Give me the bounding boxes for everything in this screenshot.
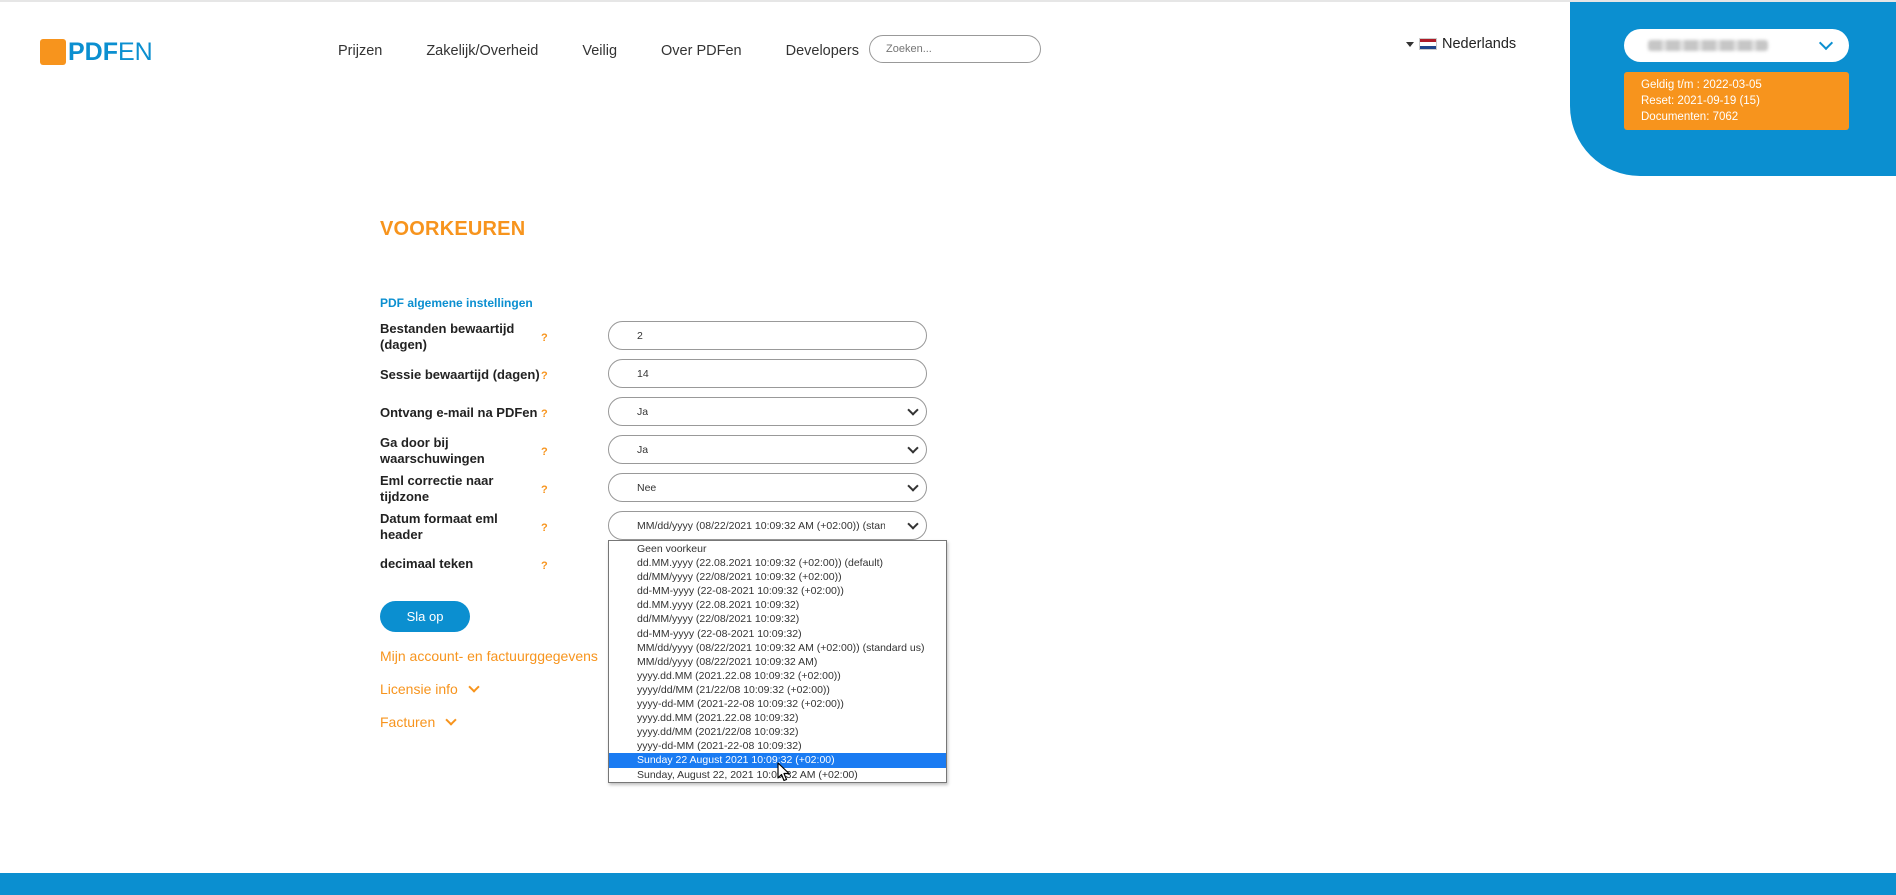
user-account-dropdown[interactable] xyxy=(1624,29,1849,62)
help-icon[interactable]: ? xyxy=(541,332,548,344)
date-format-option[interactable]: dd/MM/yyyy (22/08/2021 10:09:32 (+02:00)… xyxy=(609,570,946,584)
valid-until-text: Geldig t/m : 2022-03-05 xyxy=(1641,79,1762,91)
date-format-option[interactable]: dd-MM-yyyy (22-08-2021 10:09:32) xyxy=(609,627,946,641)
chevron-down-icon xyxy=(468,681,480,693)
help-icon[interactable]: ? xyxy=(541,522,548,534)
nav-zakelijk[interactable]: Zakelijk/Overheid xyxy=(426,43,538,59)
label-date-format: Datum formaat eml header xyxy=(380,511,498,542)
session-retention-input[interactable]: 14 xyxy=(608,359,927,388)
label-continue-warnings: Ga door bij waarschuwingen xyxy=(380,435,485,466)
nav-prijzen[interactable]: Prijzen xyxy=(338,43,382,59)
footer-bar xyxy=(0,873,1896,895)
netherlands-flag-icon xyxy=(1419,38,1437,50)
continue-warnings-select[interactable]: Ja xyxy=(608,435,927,464)
help-icon[interactable]: ? xyxy=(541,484,548,496)
date-format-option[interactable]: yyyy.dd.MM (2021.22.08 10:09:32) xyxy=(609,711,946,725)
main-nav: Prijzen Zakelijk/Overheid Veilig Over PD… xyxy=(338,43,903,59)
date-format-option[interactable]: dd.MM.yyyy (22.08.2021 10:09:32) xyxy=(609,598,946,612)
email-after-select[interactable]: Ja xyxy=(608,397,927,426)
date-format-select[interactable]: MM/dd/yyyy (08/22/2021 10:09:32 AM (+02:… xyxy=(608,511,927,540)
language-label: Nederlands xyxy=(1442,36,1517,52)
label-session-retention: Sessie bewaartijd (dagen) xyxy=(380,367,540,382)
nav-veilig[interactable]: Veilig xyxy=(582,43,617,59)
date-format-option[interactable]: Geen voorkeur xyxy=(609,542,946,556)
search-input[interactable] xyxy=(869,35,1041,63)
save-button[interactable]: Sla op xyxy=(380,601,470,632)
chevron-down-icon xyxy=(907,480,919,492)
account-invoice-link[interactable]: Mijn account- en factuurggegevens xyxy=(380,648,598,664)
eml-timezone-select[interactable]: Nee xyxy=(608,473,927,502)
mouse-cursor-icon xyxy=(777,762,790,782)
date-format-option[interactable]: yyyy.dd/MM (2021/22/08 10:09:32) xyxy=(609,725,946,739)
label-file-retention: Bestanden bewaartijd (dagen) xyxy=(380,321,515,352)
license-info-toggle[interactable]: Licensie info xyxy=(380,681,480,697)
date-format-option[interactable]: yyyy.dd.MM (2021.22.08 10:09:32 (+02:00)… xyxy=(609,669,946,683)
account-info-box: Geldig t/m : 2022-03-05 Reset: 2021-09-1… xyxy=(1624,72,1849,130)
date-format-option[interactable]: yyyy-dd-MM (2021-22-08 10:09:32 (+02:00)… xyxy=(609,697,946,711)
logo-text: PDFEN xyxy=(68,37,153,66)
invoices-toggle[interactable]: Facturen xyxy=(380,714,457,730)
help-icon[interactable]: ? xyxy=(541,408,548,420)
label-email-after: Ontvang e-mail na PDFen xyxy=(380,405,538,420)
pdfen-logo[interactable]: PDFEN xyxy=(40,36,153,68)
reset-text: Reset: 2021-09-19 (15) xyxy=(1641,95,1760,107)
language-selector[interactable]: Nederlands xyxy=(1406,36,1516,52)
label-eml-timezone: Eml correctie naar tijdzone xyxy=(380,473,494,504)
nav-developers[interactable]: Developers xyxy=(786,43,859,59)
chevron-down-icon xyxy=(907,518,919,530)
logo-mark-icon xyxy=(40,39,66,65)
section-heading: PDF algemene instellingen xyxy=(380,296,533,310)
date-format-option[interactable]: yyyy/dd/MM (21/22/08 10:09:32 (+02:00)) xyxy=(609,683,946,697)
nav-over-pdfen[interactable]: Over PDFen xyxy=(661,43,742,59)
date-format-option[interactable]: yyyy-dd-MM (2021-22-08 10:09:32) xyxy=(609,739,946,753)
file-retention-input[interactable]: 2 xyxy=(608,321,927,350)
chevron-down-icon xyxy=(907,442,919,454)
help-icon[interactable]: ? xyxy=(541,446,548,458)
date-format-option[interactable]: MM/dd/yyyy (08/22/2021 10:09:32 AM (+02:… xyxy=(609,641,946,655)
date-format-option[interactable]: dd.MM.yyyy (22.08.2021 10:09:32 (+02:00)… xyxy=(609,556,946,570)
date-format-option[interactable]: dd-MM-yyyy (22-08-2021 10:09:32 (+02:00)… xyxy=(609,584,946,598)
label-decimal-sign: decimaal teken xyxy=(380,556,474,571)
documents-count-text: Documenten: 7062 xyxy=(1641,111,1739,123)
help-icon[interactable]: ? xyxy=(541,560,548,572)
user-name-redacted xyxy=(1648,40,1768,51)
caret-down-icon xyxy=(1406,41,1414,47)
date-format-options-list[interactable]: Geen voorkeur dd.MM.yyyy (22.08.2021 10:0… xyxy=(608,540,947,783)
date-format-option[interactable]: MM/dd/yyyy (08/22/2021 10:09:32 AM) xyxy=(609,655,946,669)
chevron-down-icon xyxy=(907,404,919,416)
chevron-down-icon xyxy=(445,714,457,726)
chevron-down-icon xyxy=(1818,35,1834,51)
help-icon[interactable]: ? xyxy=(541,370,548,382)
page-title: VOORKEUREN xyxy=(380,218,526,240)
date-format-option[interactable]: dd/MM/yyyy (22/08/2021 10:09:32) xyxy=(609,612,946,626)
